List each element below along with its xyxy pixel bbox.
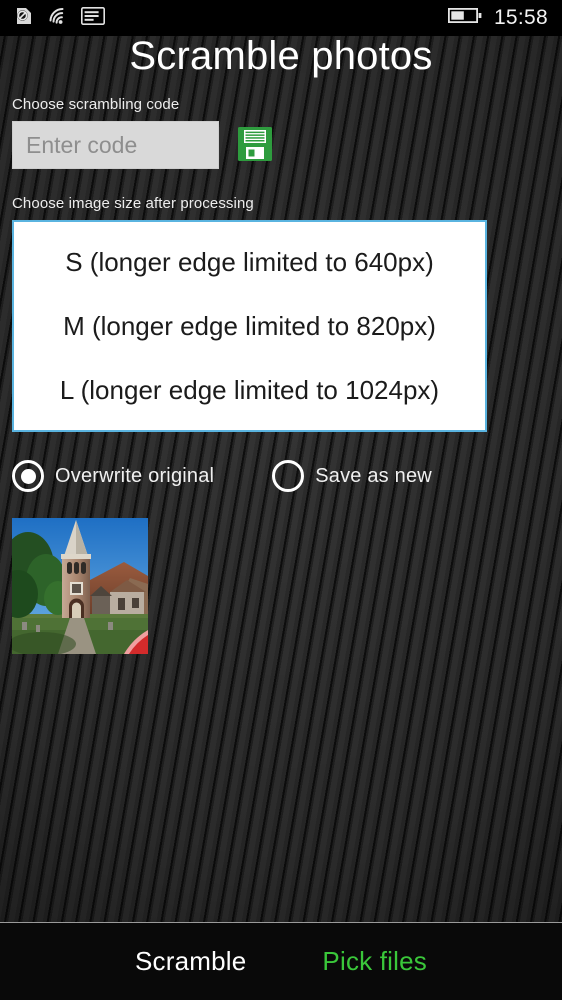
- scrambling-code-row: [12, 121, 550, 169]
- sim-card-icon: [81, 6, 105, 30]
- radio-button-empty-icon[interactable]: [272, 460, 305, 492]
- scrambling-code-label: Choose scrambling code: [12, 96, 180, 113]
- floppy-disk-save-icon: [237, 126, 273, 165]
- image-size-label: Choose image size after processing: [12, 195, 254, 212]
- radio-save-as-new[interactable]: Save as new: [272, 460, 432, 492]
- status-bar-left-icons: [14, 6, 105, 31]
- output-mode-radio-group: Overwrite original Save as new: [12, 460, 550, 492]
- status-bar-right: 15:58: [447, 6, 548, 30]
- sim-missing-icon: [14, 6, 34, 31]
- status-bar: 15:58: [0, 0, 562, 36]
- selected-photos-list: [12, 518, 550, 654]
- status-bar-clock: 15:58: [493, 6, 548, 29]
- image-size-listbox[interactable]: S (longer edge limited to 640px) M (long…: [12, 220, 487, 432]
- size-option-m[interactable]: M (longer edge limited to 820px): [14, 307, 485, 346]
- size-option-s[interactable]: S (longer edge limited to 640px): [14, 243, 485, 282]
- main-content: Choose scrambling code Enter code Choose…: [0, 96, 562, 654]
- radio-overwrite-original[interactable]: Overwrite original: [12, 460, 214, 492]
- pick-files-button[interactable]: Pick files: [312, 940, 437, 983]
- radio-button-filled-icon[interactable]: [12, 460, 44, 492]
- radio-overwrite-original-label: Overwrite original: [55, 464, 215, 487]
- app-screen: 15:58 Scramble photos Choose scrambling …: [0, 0, 562, 1000]
- scrambling-code-input[interactable]: [12, 121, 219, 169]
- page-title: Scramble photos: [129, 34, 433, 78]
- wifi-icon: [47, 6, 68, 31]
- selected-photo-thumbnail[interactable]: [12, 518, 148, 654]
- remove-photo-badge[interactable]: [113, 619, 148, 654]
- radio-save-as-new-label: Save as new: [315, 464, 432, 487]
- battery-icon: [447, 7, 482, 29]
- scramble-button[interactable]: Scramble: [125, 940, 256, 983]
- save-code-button[interactable]: [235, 125, 275, 165]
- bottom-app-bar: Scramble Pick files: [0, 922, 562, 1000]
- size-option-l[interactable]: L (longer edge limited to 1024px): [14, 371, 485, 410]
